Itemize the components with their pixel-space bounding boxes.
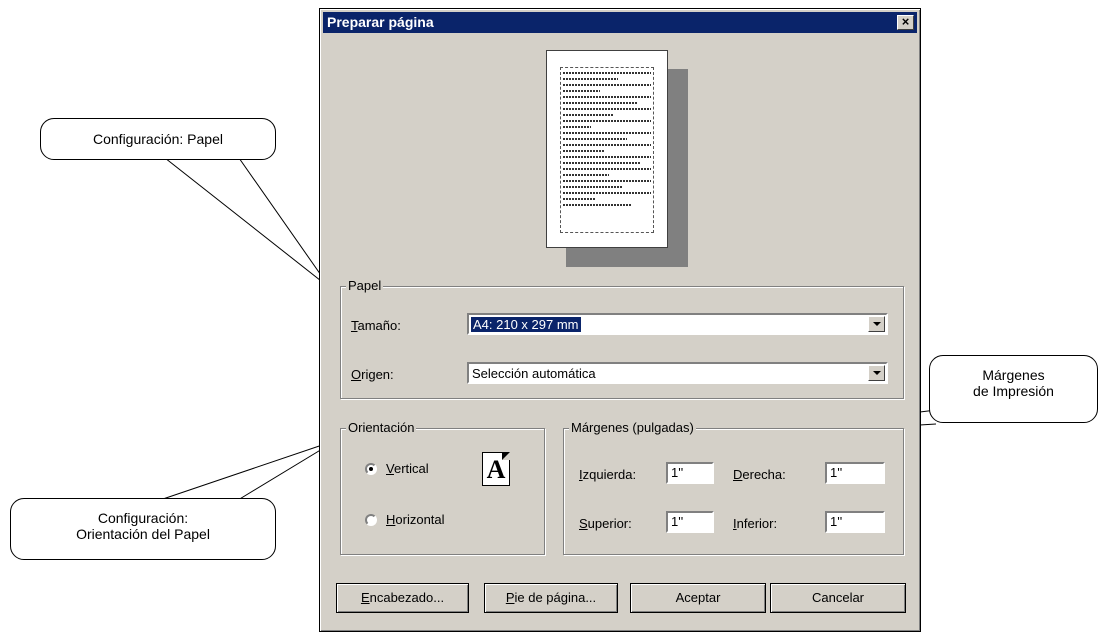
footer-button[interactable]: Pie de página... <box>484 583 618 613</box>
vertical-label[interactable]: Vertical <box>386 461 429 476</box>
close-icon: × <box>901 14 910 29</box>
page-preview <box>546 50 668 248</box>
accept-button[interactable]: Aceptar <box>630 583 766 613</box>
chevron-down-icon[interactable] <box>868 316 885 332</box>
page-setup-dialog: Preparar página × Papel Tamaño: A4: 210 … <box>319 8 921 632</box>
top-margin-label: Superior: <box>579 516 632 531</box>
title-bar[interactable]: Preparar página × <box>323 12 917 33</box>
left-margin-input[interactable]: 1'' <box>666 462 714 484</box>
paper-group-legend: Papel <box>346 278 384 293</box>
paper-size-select[interactable]: A4: 210 x 297 mm <box>467 313 888 335</box>
paper-source-value: Selección automática <box>472 366 596 381</box>
right-margin-label: Derecha: <box>733 467 786 482</box>
source-label: Origen: <box>351 367 394 382</box>
chevron-down-icon[interactable] <box>868 365 885 381</box>
orientation-group: Orientación <box>340 420 545 555</box>
margins-group-legend: Márgenes (pulgadas) <box>569 420 696 435</box>
preview-margin-box <box>560 67 654 233</box>
cancel-button[interactable]: Cancelar <box>770 583 906 613</box>
horizontal-label[interactable]: Horizontal <box>386 512 445 527</box>
callout-margins: Márgenes de Impresión <box>929 355 1098 423</box>
vertical-radio[interactable] <box>365 463 377 475</box>
paper-size-value: A4: 210 x 297 mm <box>471 317 581 332</box>
top-margin-input[interactable]: 1'' <box>666 511 714 533</box>
callout-paper: Configuración: Papel <box>40 118 276 160</box>
right-margin-input[interactable]: 1'' <box>825 462 885 484</box>
bottom-margin-input[interactable]: 1'' <box>825 511 885 533</box>
margins-group: Márgenes (pulgadas) <box>563 420 904 555</box>
size-label: Tamaño: <box>351 318 401 333</box>
header-button[interactable]: Encabezado... <box>336 583 469 613</box>
orientation-group-legend: Orientación <box>346 420 417 435</box>
portrait-orientation-icon: A <box>482 452 510 486</box>
left-margin-label: Izquierda: <box>579 467 637 482</box>
callout-orientation: Configuración: Orientación del Papel <box>10 498 276 560</box>
close-button[interactable]: × <box>897 15 914 30</box>
dialog-title: Preparar página <box>327 14 434 30</box>
bottom-margin-label: Inferior: <box>733 516 778 531</box>
horizontal-radio[interactable] <box>365 514 377 526</box>
paper-source-select[interactable]: Selección automática <box>467 362 888 384</box>
